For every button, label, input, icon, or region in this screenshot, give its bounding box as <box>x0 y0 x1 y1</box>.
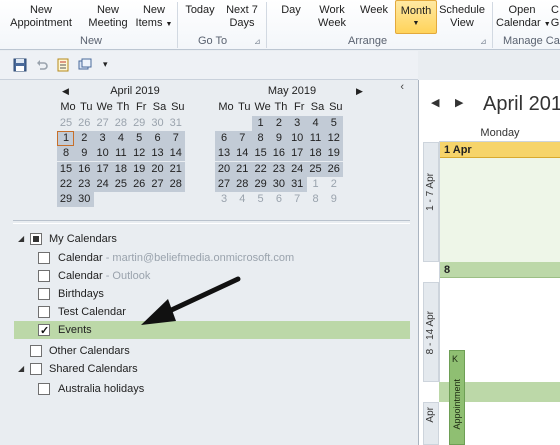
appointment-panel-label: Appointment <box>452 379 462 430</box>
month-view-button[interactable]: Month ▼ <box>395 0 437 34</box>
calendar-title: April 201 <box>483 93 560 115</box>
week-view-button[interactable]: Week <box>356 4 392 17</box>
group-separator <box>177 2 178 48</box>
navigation-pane: ‹ ◀ April 2019 May 2019 ▶ Mo Tu We Th Fr Sa Su… <box>0 80 418 445</box>
appointment-side-panel[interactable]: K Appointment <box>449 350 465 445</box>
save-icon[interactable] <box>13 58 27 72</box>
dialog-launcher-icon[interactable]: ⊿ <box>254 37 261 46</box>
week-tab[interactable]: Apr <box>423 402 439 445</box>
previous-period-icon[interactable]: ◀ <box>431 96 439 109</box>
next-period-icon[interactable]: ▶ <box>455 96 463 109</box>
week-tab[interactable]: 8 - 14 Apr <box>423 282 439 382</box>
next-7-days-button[interactable]: Next 7 Days <box>222 4 262 29</box>
customize-toolbar-dropdown-icon[interactable]: ▾ <box>103 59 108 70</box>
week-tab-label: 1 - 7 Apr <box>425 173 436 211</box>
today-button[interactable]: Today <box>182 4 218 17</box>
dialog-launcher-icon[interactable]: ⊿ <box>480 37 487 46</box>
annotation-arrow <box>141 276 241 325</box>
week-tab[interactable]: 1 - 7 Apr <box>423 142 439 262</box>
undo-icon[interactable] <box>35 58 49 72</box>
print-preview-icon[interactable] <box>56 58 70 72</box>
ribbon: New Appointment New Meeting New Items ▼ … <box>0 0 560 50</box>
group-label-new: New <box>80 35 103 47</box>
quick-access-toolbar: ▾ <box>0 51 418 80</box>
work-week-view-button[interactable]: Work Week <box>314 4 350 29</box>
schedule-view-button[interactable]: Schedule View <box>439 4 485 29</box>
new-items-button[interactable]: New Items ▼ <box>134 4 174 31</box>
collapse-panel-icon[interactable]: K <box>452 354 458 364</box>
week-tab-label: 8 - 14 Apr <box>425 311 436 355</box>
dropdown-caret-icon: ▼ <box>165 20 173 28</box>
calendar-groups-button[interactable]: C G <box>549 4 560 29</box>
group-label-goto: Go To <box>198 35 228 47</box>
new-appointment-button[interactable]: New Appointment <box>2 4 80 29</box>
new-meeting-button[interactable]: New Meeting <box>84 4 132 29</box>
dropdown-caret-icon: ▼ <box>412 19 420 27</box>
day-of-week-header: Monday <box>480 127 520 139</box>
group-label-manage-calendars: Manage Ca <box>503 35 560 47</box>
group-separator <box>492 2 493 48</box>
group-label-arrange: Arrange <box>348 35 388 47</box>
calendar-month-view: ◀ ▶ April 201 Monday 1 - 7 Apr 1 Apr 8 -… <box>418 80 560 445</box>
week-tab-label: Apr <box>425 407 436 423</box>
day-label: 1 Apr <box>440 142 560 158</box>
send-receive-icon[interactable] <box>78 58 92 72</box>
open-calendar-button[interactable]: Open Calendar ▼ <box>496 4 551 31</box>
day-view-button[interactable]: Day <box>276 4 306 17</box>
day-cell[interactable]: 1 Apr <box>439 142 560 262</box>
group-separator <box>266 2 267 48</box>
day-label: 8 <box>440 262 560 278</box>
